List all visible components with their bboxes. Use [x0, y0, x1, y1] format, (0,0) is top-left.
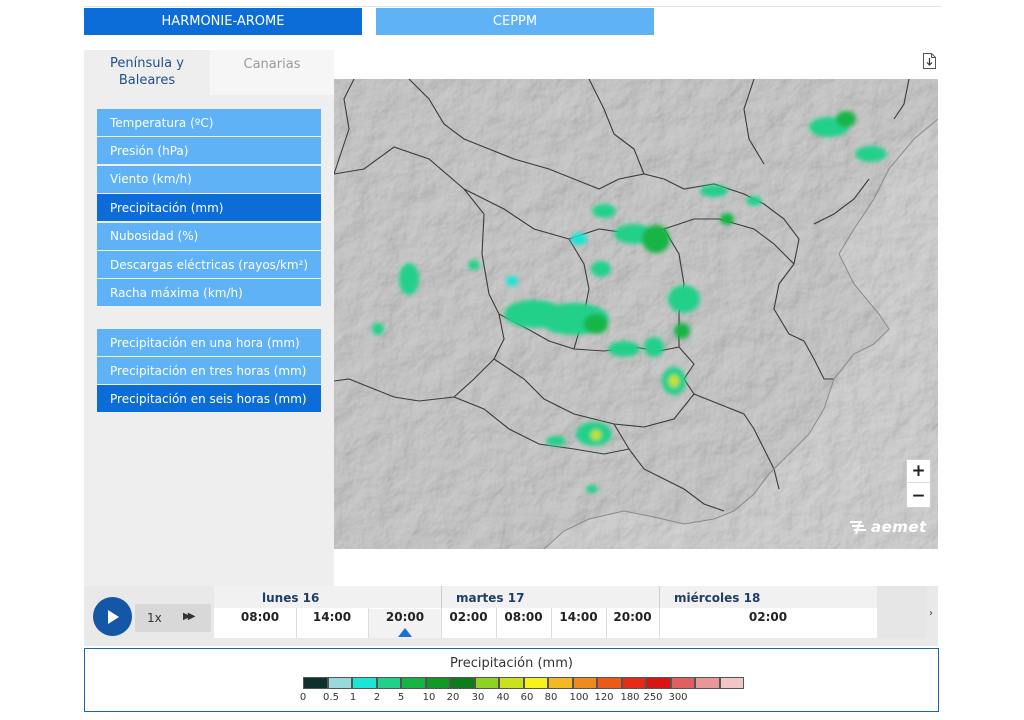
variable-button[interactable]: Precipitación (mm)	[97, 194, 321, 222]
legend-swatch	[401, 677, 426, 689]
variable-button[interactable]: Temperatura (ºC)	[97, 109, 321, 136]
legend-swatch	[327, 677, 352, 689]
legend-label: 250	[643, 692, 663, 703]
legend-swatch	[719, 677, 744, 689]
fast-forward-icon[interactable]: ▶▶	[183, 611, 196, 622]
legend-swatch	[670, 677, 695, 689]
aemet-logo: aemet	[848, 517, 928, 537]
legend-label: 5	[397, 692, 405, 703]
legend: Precipitación (mm) 0 0.5 1 2 5 10 20 30 40 60 80 10…	[84, 648, 939, 712]
day-label: lunes 16	[262, 591, 320, 605]
aemet-logo-icon	[850, 521, 866, 535]
legend-swatch	[474, 677, 499, 689]
hour-slot[interactable]: 08:00	[224, 609, 296, 638]
timeline-end	[877, 586, 927, 638]
current-time-marker[interactable]	[398, 628, 412, 637]
timeline[interactable]: lunes 16 martes 17 miércoles 18 08:00 14:00 2…	[214, 586, 877, 638]
legend-label: 100	[569, 692, 589, 703]
top-divider	[84, 6, 942, 7]
day-label: miércoles 18	[674, 591, 761, 605]
legend-label: 30	[471, 692, 485, 703]
speed-selector[interactable]: 1x	[135, 604, 211, 632]
variable-button[interactable]: Descargas eléctricas (rayos/km²)	[97, 251, 321, 278]
download-icon[interactable]	[922, 52, 937, 70]
legend-swatch	[303, 677, 328, 689]
variable-button[interactable]: Racha máxima (km/h)	[97, 279, 321, 307]
legend-swatch	[352, 677, 377, 689]
legend-label: 120	[594, 692, 614, 703]
tab-canarias[interactable]: Canarias	[210, 50, 334, 95]
hour-slot[interactable]: 20:00	[606, 609, 659, 638]
hour-slot[interactable]: 14:00	[296, 609, 368, 638]
weather-map[interactable]	[334, 79, 938, 549]
zoom-out-button[interactable]: −	[907, 484, 930, 507]
legend-swatch	[572, 677, 597, 689]
legend-label: 20	[446, 692, 460, 703]
play-icon	[107, 609, 119, 624]
hour-slot[interactable]: 08:00	[496, 609, 551, 638]
legend-swatch	[523, 677, 548, 689]
aemet-logo-text: aemet	[871, 518, 927, 536]
tab-ceppm[interactable]: CEPPM	[376, 8, 654, 35]
legend-swatches	[303, 677, 744, 689]
hour-slot[interactable]: 14:00	[551, 609, 606, 638]
legend-label: 0	[299, 692, 307, 703]
legend-swatch	[621, 677, 646, 689]
precip-option-button[interactable]: Precipitación en tres horas (mm)	[97, 357, 321, 385]
legend-label: 80	[544, 692, 558, 703]
legend-swatch	[597, 677, 622, 689]
legend-label: 300	[668, 692, 688, 703]
legend-title: Precipitación (mm)	[450, 656, 573, 671]
legend-labels: 0 0.5 1 2 5 10 20 30 40 60 80 100 120 180 250 300	[85, 692, 938, 706]
legend-label: 0.5	[323, 692, 339, 703]
variable-button[interactable]: Presión (hPa)	[97, 137, 321, 165]
legend-swatch	[425, 677, 450, 689]
legend-label: 2	[373, 692, 381, 703]
timeline-next-icon[interactable]: ›	[929, 608, 933, 619]
legend-label: 1	[349, 692, 357, 703]
precip-option-button[interactable]: Precipitación en una hora (mm)	[97, 329, 321, 356]
legend-swatch	[548, 677, 573, 689]
legend-swatch	[376, 677, 401, 689]
legend-swatch	[695, 677, 720, 689]
legend-label: 10	[422, 692, 436, 703]
legend-swatch	[450, 677, 475, 689]
play-button[interactable]	[93, 597, 132, 636]
legend-swatch	[499, 677, 524, 689]
variables-panel: Península y Baleares Canarias Temperatur…	[84, 50, 334, 586]
day-label: martes 17	[456, 591, 525, 605]
timebar: 1x ▶▶ ‹ lunes 16martes 17miércoles 1808:…	[84, 586, 938, 646]
speed-label: 1x	[147, 611, 162, 625]
zoom-in-button[interactable]: +	[907, 460, 930, 483]
legend-label: 180	[620, 692, 640, 703]
map-canvas	[334, 79, 938, 549]
legend-swatch	[646, 677, 671, 689]
tab-harmonie-arome[interactable]: HARMONIE-AROME	[84, 8, 362, 35]
tab-peninsula-baleares[interactable]: Península y Baleares	[84, 50, 210, 95]
legend-label: 60	[520, 692, 534, 703]
legend-label: 40	[496, 692, 510, 703]
precip-option-button[interactable]: Precipitación en seis horas (mm)	[97, 385, 321, 413]
variable-button[interactable]: Nubosidad (%)	[97, 222, 321, 250]
hour-slot[interactable]: 02:00	[659, 609, 877, 638]
zoom-control: + −	[906, 459, 931, 508]
hour-slot[interactable]: 02:00	[441, 609, 496, 638]
variable-button[interactable]: Viento (km/h)	[97, 165, 321, 193]
